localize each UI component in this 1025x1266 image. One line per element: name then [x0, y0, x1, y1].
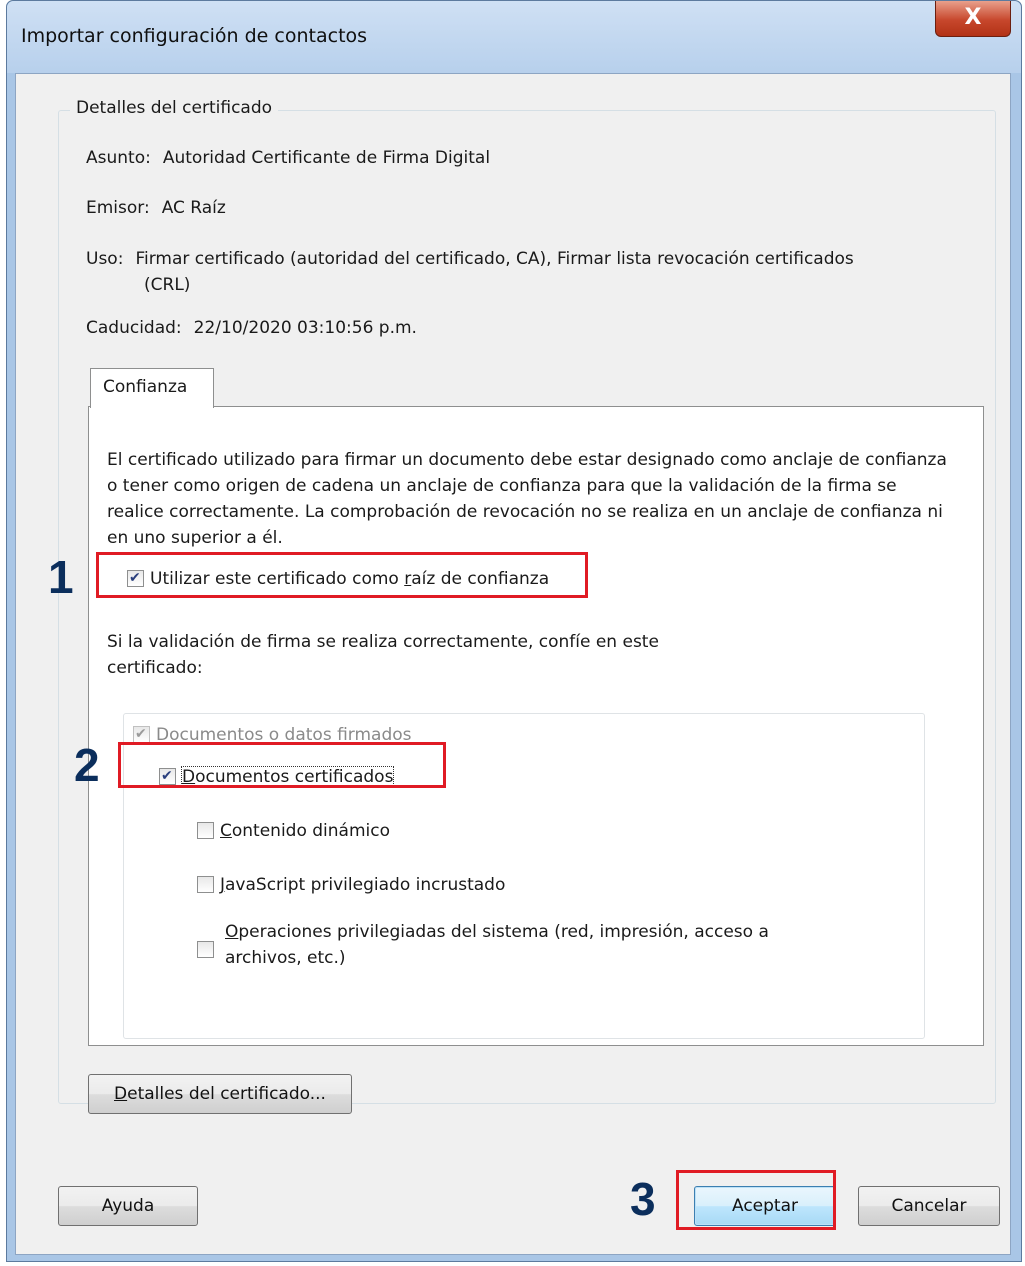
js-privileged-row[interactable]: JavaScript privilegiado incrustado	[197, 875, 505, 895]
cancel-label: Cancelar	[891, 1196, 967, 1216]
close-button[interactable]: X	[935, 1, 1011, 37]
system-ops-label-line2: archivos, etc.)	[225, 948, 346, 968]
expiry-label: Caducidad:	[86, 318, 182, 338]
system-ops-checkbox[interactable]	[197, 941, 214, 958]
step-number-3: 3	[630, 1173, 656, 1225]
subject-label: Asunto:	[86, 148, 151, 168]
highlight-box-3	[676, 1170, 836, 1230]
window-title: Importar configuración de contactos	[21, 25, 368, 47]
usage-label: Uso:	[86, 249, 124, 269]
group-legend: Detalles del certificado	[70, 98, 279, 118]
cancel-button[interactable]: Cancelar	[858, 1186, 1000, 1226]
subject-value: Autoridad Certificante de Firma Digital	[162, 148, 491, 168]
dialog-client-area: Detalles del certificado Asunto: Autorida…	[15, 73, 1011, 1255]
help-label: Ayuda	[101, 1196, 155, 1216]
trust-description: El certificado utilizado para firmar un …	[107, 450, 947, 548]
system-ops-label-line1: peraciones privilegiadas del sistema (re…	[238, 922, 769, 942]
trust-instruction-line1: Si la validación de firma se realiza cor…	[107, 632, 659, 652]
highlight-box-2	[118, 742, 446, 788]
signed-docs-checkbox	[133, 726, 150, 743]
system-ops-accel: O	[225, 922, 239, 942]
tab-label: Confianza	[103, 377, 188, 397]
cert-details-label: etalles del certificado...	[127, 1084, 326, 1104]
help-button[interactable]: Ayuda	[58, 1186, 198, 1226]
dynamic-content-checkbox[interactable]	[197, 822, 214, 839]
usage-row: Uso: Firmar certificado (autoridad del ce…	[86, 246, 966, 298]
dynamic-content-accel: C	[220, 821, 232, 841]
expiry-row: Caducidad: 22/10/2020 03:10:56 p.m.	[86, 318, 417, 338]
title-bar[interactable]: Importar configuración de contactos X	[7, 1, 1021, 73]
js-privileged-checkbox[interactable]	[197, 876, 214, 893]
step-number-1: 1	[48, 551, 74, 603]
usage-value: Firmar certificado (autoridad del certif…	[135, 249, 854, 269]
close-icon: X	[964, 5, 982, 30]
certificate-details-button[interactable]: Detalles del certificado...	[88, 1074, 352, 1114]
tab-confianza[interactable]: Confianza	[90, 368, 214, 408]
usage-value-cont: (CRL)	[144, 275, 191, 295]
trust-tab-panel: El certificado utilizado para firmar un …	[88, 406, 984, 1046]
step-number-2: 2	[74, 739, 100, 791]
issuer-row: Emisor: AC Raíz	[86, 198, 226, 218]
dynamic-content-row[interactable]: Contenido dinámico	[197, 821, 390, 841]
cert-details-accel: D	[114, 1084, 128, 1104]
trust-instruction: Si la validación de firma se realiza cor…	[107, 629, 659, 681]
expiry-value: 22/10/2020 03:10:56 p.m.	[193, 318, 417, 338]
js-privileged-label: avaScript privilegiado incrustado	[225, 875, 506, 895]
issuer-label: Emisor:	[86, 198, 150, 218]
system-ops-row[interactable]: Operaciones privilegiadas del sistema (r…	[197, 919, 769, 971]
highlight-box-1	[96, 552, 588, 598]
subject-row: Asunto: Autoridad Certificante de Firma D…	[86, 148, 490, 168]
dialog-window: Importar configuración de contactos X De…	[6, 0, 1022, 1262]
dynamic-content-label: ontenido dinámico	[231, 821, 391, 841]
trust-instruction-line2: certificado:	[107, 658, 203, 678]
issuer-value: AC Raíz	[161, 198, 226, 218]
